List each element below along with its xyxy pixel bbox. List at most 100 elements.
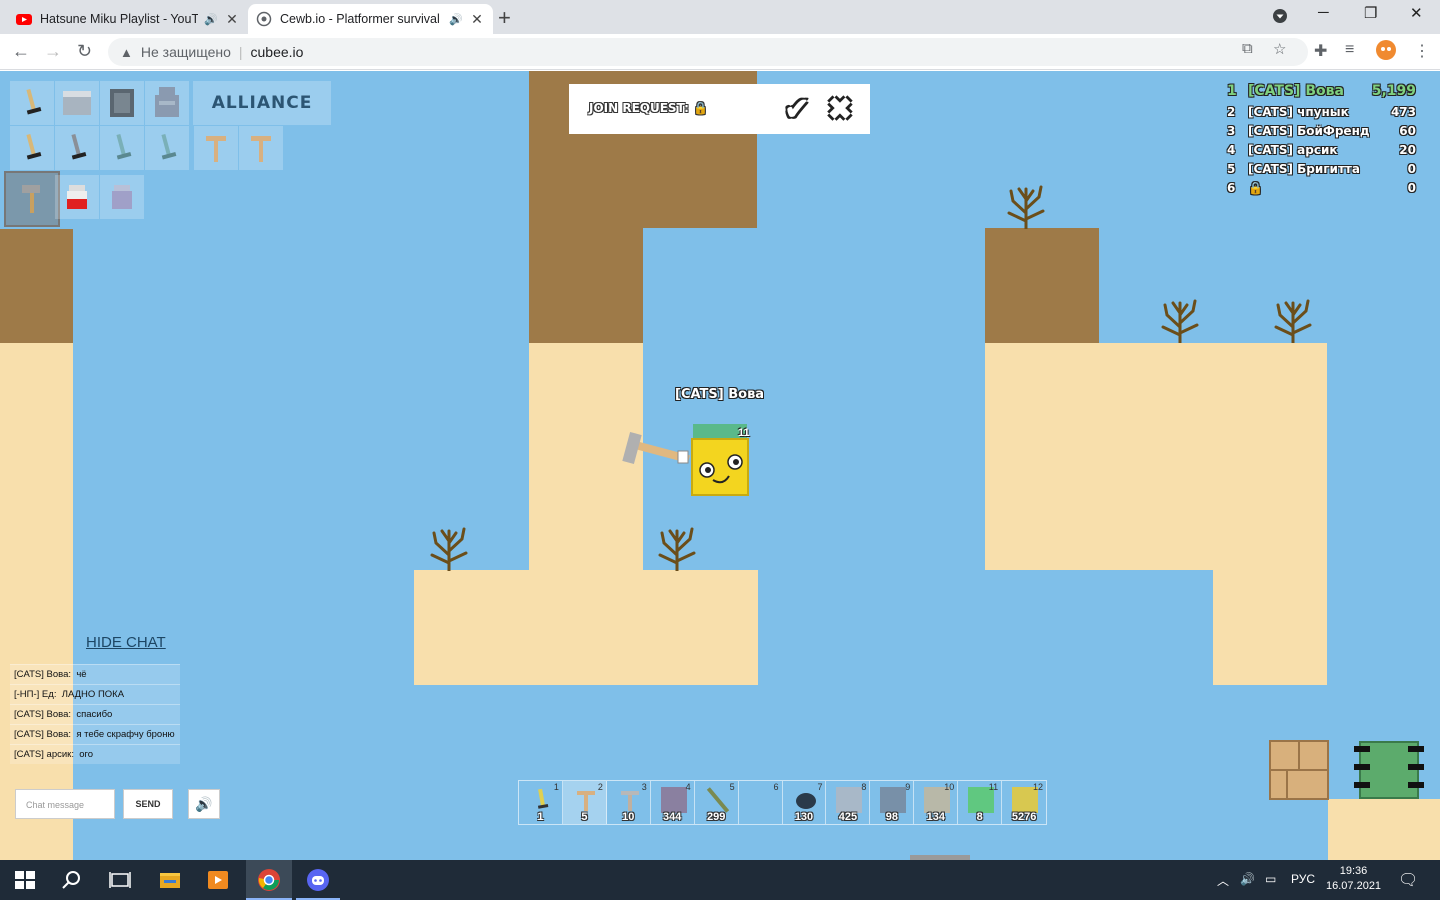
back-button[interactable]: ← xyxy=(12,41,30,62)
hotbar-slot-10[interactable]: 10 134 xyxy=(914,781,959,824)
extensions-icon[interactable]: ✚ xyxy=(1314,41,1327,61)
player-character xyxy=(691,438,749,496)
security-label[interactable]: Не защищено xyxy=(141,44,231,60)
hotbar-slot-6[interactable]: 6 xyxy=(739,781,783,824)
hotbar-slot-9[interactable]: 9 98 xyxy=(870,781,915,824)
dead-tree-icon xyxy=(1274,299,1312,343)
taskbar-clock[interactable]: 19:36 16.07.2021 xyxy=(1326,864,1381,894)
menu-kebab-icon[interactable]: ⋮ xyxy=(1414,41,1430,61)
craft-sword-slot[interactable] xyxy=(10,126,54,170)
sword-icon xyxy=(537,788,549,809)
new-tab-button[interactable]: + xyxy=(498,5,511,31)
chat-input[interactable]: Chat message xyxy=(15,789,115,819)
hotbar-slot-5[interactable]: 5 299 xyxy=(695,781,739,824)
bookmark-star-icon[interactable]: ☆ xyxy=(1273,40,1286,58)
url-text[interactable]: cubee.io xyxy=(251,44,304,60)
craft-pickaxe-slot[interactable] xyxy=(194,126,238,170)
volume-icon[interactable]: 🔊 xyxy=(1240,872,1255,886)
chrome-taskbar-item[interactable] xyxy=(246,860,292,900)
file-explorer-icon[interactable] xyxy=(158,868,182,892)
platform-block-icon xyxy=(63,91,91,115)
craft-sword-slot[interactable] xyxy=(55,126,99,170)
clock-time: 19:36 xyxy=(1339,865,1368,877)
cobble-block-icon xyxy=(880,787,907,813)
hotbar-slot-11[interactable]: 11 8 xyxy=(958,781,1003,824)
dirt-block xyxy=(529,228,643,343)
leaderboard: 1 [CATS] Вова 5,199 2 [CATS] чпунык 473 3 [CA… xyxy=(1222,83,1422,200)
discord-icon xyxy=(307,869,329,891)
craft-platform-slot[interactable] xyxy=(55,81,99,125)
hotbar-slot-1[interactable]: 11 xyxy=(519,781,563,824)
network-icon[interactable]: ▭ xyxy=(1265,872,1276,886)
tab-search-icon[interactable] xyxy=(1272,8,1288,28)
join-request-panel: JOIN REQUEST: 🔒 ✔ ✖ xyxy=(569,84,870,134)
hotbar-slot-2[interactable]: 25 xyxy=(562,781,607,824)
task-view-icon[interactable] xyxy=(108,868,132,892)
media-control-icon[interactable]: ≡ xyxy=(1345,41,1354,59)
omnibox[interactable]: ▲ Не защищено | cubee.io xyxy=(108,38,1308,66)
lock-icon: 🔒 xyxy=(693,101,709,115)
craft-sword-slot[interactable] xyxy=(10,81,54,125)
pickaxe-icon xyxy=(576,791,595,811)
chat-message: [CATS] арсик: ого xyxy=(10,744,180,764)
hotbar-slot-3[interactable]: 3 10 xyxy=(607,781,651,824)
tab-close-icon[interactable]: ✕ xyxy=(224,11,240,28)
hide-chat-link[interactable]: HIDE CHAT xyxy=(86,634,166,651)
leaderboard-row: 4 [CATS] арсик 20 xyxy=(1227,143,1416,157)
dead-tree-icon xyxy=(430,527,468,571)
warning-icon[interactable]: ▲ xyxy=(120,45,133,60)
dirt-block xyxy=(985,228,1099,343)
game-canvas[interactable]: ALLIANCE JOIN REQUEST: 🔒 ✔ ✖ 1 [CATS] Вов… xyxy=(0,71,1440,860)
sword-icon xyxy=(116,133,132,160)
chat-message: [CATS] Вова: чё xyxy=(10,664,180,684)
language-indicator[interactable]: РУС xyxy=(1291,872,1315,886)
green-machine xyxy=(1354,741,1424,799)
search-icon[interactable] xyxy=(60,868,84,892)
maximize-button[interactable]: ❐ xyxy=(1364,4,1377,22)
translate-icon[interactable]: ⧉ xyxy=(1242,40,1253,57)
tab-audio-icon[interactable]: 🔊 xyxy=(204,13,218,26)
tab-audio-icon[interactable]: 🔊 xyxy=(449,13,463,26)
hotbar-slot-7[interactable]: 7 130 xyxy=(783,781,827,824)
craft-pickaxe-slot[interactable] xyxy=(239,126,283,170)
sand-block xyxy=(0,343,73,860)
dead-tree-icon xyxy=(658,527,696,571)
windows-start-icon[interactable] xyxy=(13,868,37,892)
player-name-tag: [CATS] Вова xyxy=(675,387,765,402)
sword-icon xyxy=(26,88,42,115)
craft-sword-slot[interactable] xyxy=(145,126,189,170)
profile-avatar[interactable] xyxy=(1376,40,1396,65)
craft-door-slot[interactable] xyxy=(100,81,144,125)
tab-youtube[interactable]: Hatsune Miku Playlist - YouT 🔊 ✕ xyxy=(8,4,248,34)
pickaxe-icon xyxy=(251,136,271,162)
potion-icon xyxy=(112,185,132,209)
reload-button[interactable]: ↻ xyxy=(77,41,92,62)
chat-message: [CATS] Вова: я тебе скрафчу броню xyxy=(10,724,180,744)
decline-x-icon[interactable]: ✖ xyxy=(822,94,858,126)
accept-check-icon[interactable]: ✔ xyxy=(779,94,815,126)
alliance-button[interactable]: ALLIANCE xyxy=(193,81,331,125)
tray-chevron-icon[interactable]: ︿ xyxy=(1217,872,1229,889)
craft-health-potion-slot[interactable] xyxy=(55,175,99,219)
media-player-icon[interactable] xyxy=(206,868,230,892)
leaderboard-row: 3 [CATS] БойФренд 60 xyxy=(1227,124,1416,138)
craft-axe-slot-selected[interactable] xyxy=(4,171,60,227)
hotbar-slot-8[interactable]: 8 425 xyxy=(826,781,871,824)
craft-sword-slot[interactable] xyxy=(100,126,144,170)
tab-cewb[interactable]: Cewb.io - Platformer survival 🔊 ✕ xyxy=(248,4,493,34)
close-window-button[interactable]: ✕ xyxy=(1410,4,1423,22)
door-block-icon xyxy=(110,89,134,117)
craft-shelter-slot[interactable] xyxy=(145,81,189,125)
send-button[interactable]: SEND xyxy=(123,789,173,819)
craft-potion-slot[interactable] xyxy=(100,175,144,219)
forward-button[interactable]: → xyxy=(44,41,62,62)
notification-icon[interactable]: 🗨 xyxy=(1398,870,1418,890)
hotbar-slot-4[interactable]: 4 344 xyxy=(651,781,695,824)
discord-taskbar-item[interactable] xyxy=(296,860,340,900)
hotbar-slot-12[interactable]: 12 5276 xyxy=(1002,781,1046,824)
player-face-icon xyxy=(699,454,743,484)
shelter-icon xyxy=(155,87,179,117)
minimize-button[interactable]: ─ xyxy=(1318,4,1329,21)
tab-close-icon[interactable]: ✕ xyxy=(469,11,485,28)
sound-toggle-icon[interactable]: 🔊 xyxy=(188,789,220,819)
